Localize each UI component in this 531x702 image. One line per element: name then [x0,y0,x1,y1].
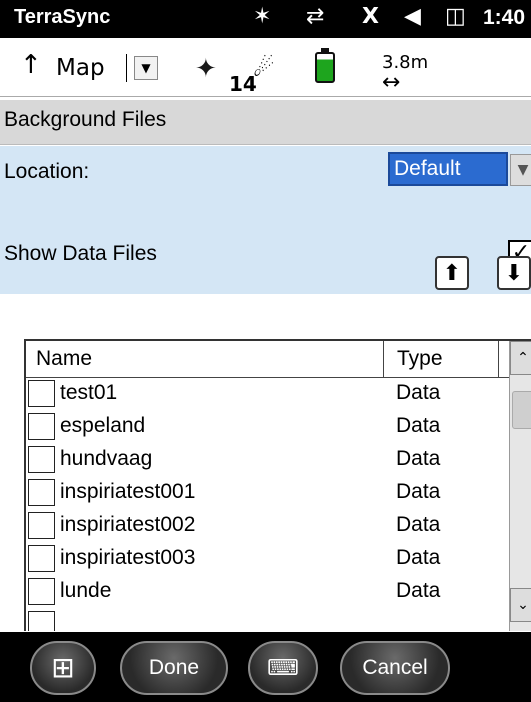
file-type: Data [396,414,441,437]
bottom-bar: ⊞ Done ⌨ Cancel [0,632,531,702]
row-checkbox[interactable] [28,578,55,605]
move-down-button[interactable]: ⬇ [497,256,531,290]
double-arrow-icon: ↔ [382,70,401,95]
list-item[interactable]: espeland Data [26,410,511,443]
clock[interactable]: 1:40 [483,6,525,30]
location-select[interactable]: Default [388,152,508,186]
list-scrollbar[interactable]: ⌃ ⌄ [509,341,531,631]
up-arrow-icon: ⬆ [442,261,462,286]
file-type: Data [396,513,441,536]
row-checkbox[interactable] [28,446,55,473]
chevron-down-icon[interactable]: ▼ [134,56,158,80]
cancel-button[interactable]: Cancel [340,641,450,695]
file-name: inspiriatest002 [60,513,196,536]
row-checkbox[interactable] [28,413,55,440]
windows-start-button[interactable]: ⊞ [30,641,96,695]
file-name: test01 [60,381,118,404]
row-checkbox[interactable] [28,479,55,506]
list-item[interactable]: inspiriatest001 Data [26,476,511,509]
location-value: Default [394,157,461,180]
location-row: Location: Default ▼ [0,146,531,194]
connection-icon[interactable]: ⇄ [306,4,324,29]
select-dropdown-icon[interactable]: ▼ [510,154,531,186]
satellite-icon[interactable]: ✦ [195,54,217,84]
file-name: espeland [60,414,146,437]
gnss-receiver-icon[interactable]: ☄ [253,54,275,82]
list-item[interactable]: lunde Data [26,575,511,608]
no-signal-icon[interactable]: 𝝬 [362,4,379,29]
section-header: Background Files [0,100,531,145]
list-rows: test01 Data espeland Data hundvaag Data … [26,377,511,631]
bluetooth-icon[interactable]: ✶ [253,4,271,29]
volume-icon[interactable]: ◀ [404,4,421,29]
list-header: Name Type [26,341,531,378]
receiver-battery-icon[interactable] [315,48,335,83]
status-bar: TerraSync ✶ ⇄ 𝝬 ◀ ◫ 1:40 [0,0,531,38]
scroll-down-icon[interactable]: ⌄ [510,588,531,622]
list-item[interactable]: hundvaag Data [26,443,511,476]
file-type: Data [396,447,441,470]
scroll-up-icon[interactable]: ⌃ [510,341,531,375]
section-title: Background Files [4,108,167,131]
column-name-header[interactable]: Name [36,347,92,371]
app-title[interactable]: TerraSync [14,6,110,29]
scroll-thumb[interactable] [512,391,531,429]
battery-icon[interactable]: ◫ [445,4,466,29]
down-arrow-icon: ⬇ [504,261,524,286]
file-name: lunde [60,579,112,602]
file-name: hundvaag [60,447,153,470]
keyboard-icon: ⌨ [267,655,299,680]
map-dropdown-button[interactable]: ↑ Map ▼ [16,50,166,86]
column-divider [383,341,384,377]
list-item[interactable]: inspiriatest002 Data [26,509,511,542]
show-data-label: Show Data Files [4,242,157,265]
column-type-header[interactable]: Type [397,347,443,371]
row-checkbox[interactable] [28,512,55,539]
list-item[interactable]: inspiriatest003 Data [26,542,511,575]
file-type: Data [396,579,441,602]
file-type: Data [396,381,441,404]
file-name: inspiriatest001 [60,480,196,503]
move-up-button[interactable]: ⬆ [435,256,469,290]
list-item[interactable]: test01 Data [26,377,511,410]
file-name: inspiriatest003 [60,546,196,569]
list-item-partial[interactable] [26,608,511,631]
files-list[interactable]: Name Type test01 Data espeland Data hund… [24,339,531,631]
column-divider [498,341,499,377]
map-label: Map [56,55,105,81]
file-type: Data [396,546,441,569]
row-checkbox[interactable] [28,611,55,631]
windows-logo-icon: ⊞ [51,651,75,684]
file-type: Data [396,480,441,503]
divider [126,54,127,82]
location-label: Location: [4,160,90,183]
north-arrow-icon: ↑ [20,50,42,80]
row-checkbox[interactable] [28,380,55,407]
done-button[interactable]: Done [120,641,228,695]
keyboard-button[interactable]: ⌨ [248,641,318,695]
row-checkbox[interactable] [28,545,55,572]
